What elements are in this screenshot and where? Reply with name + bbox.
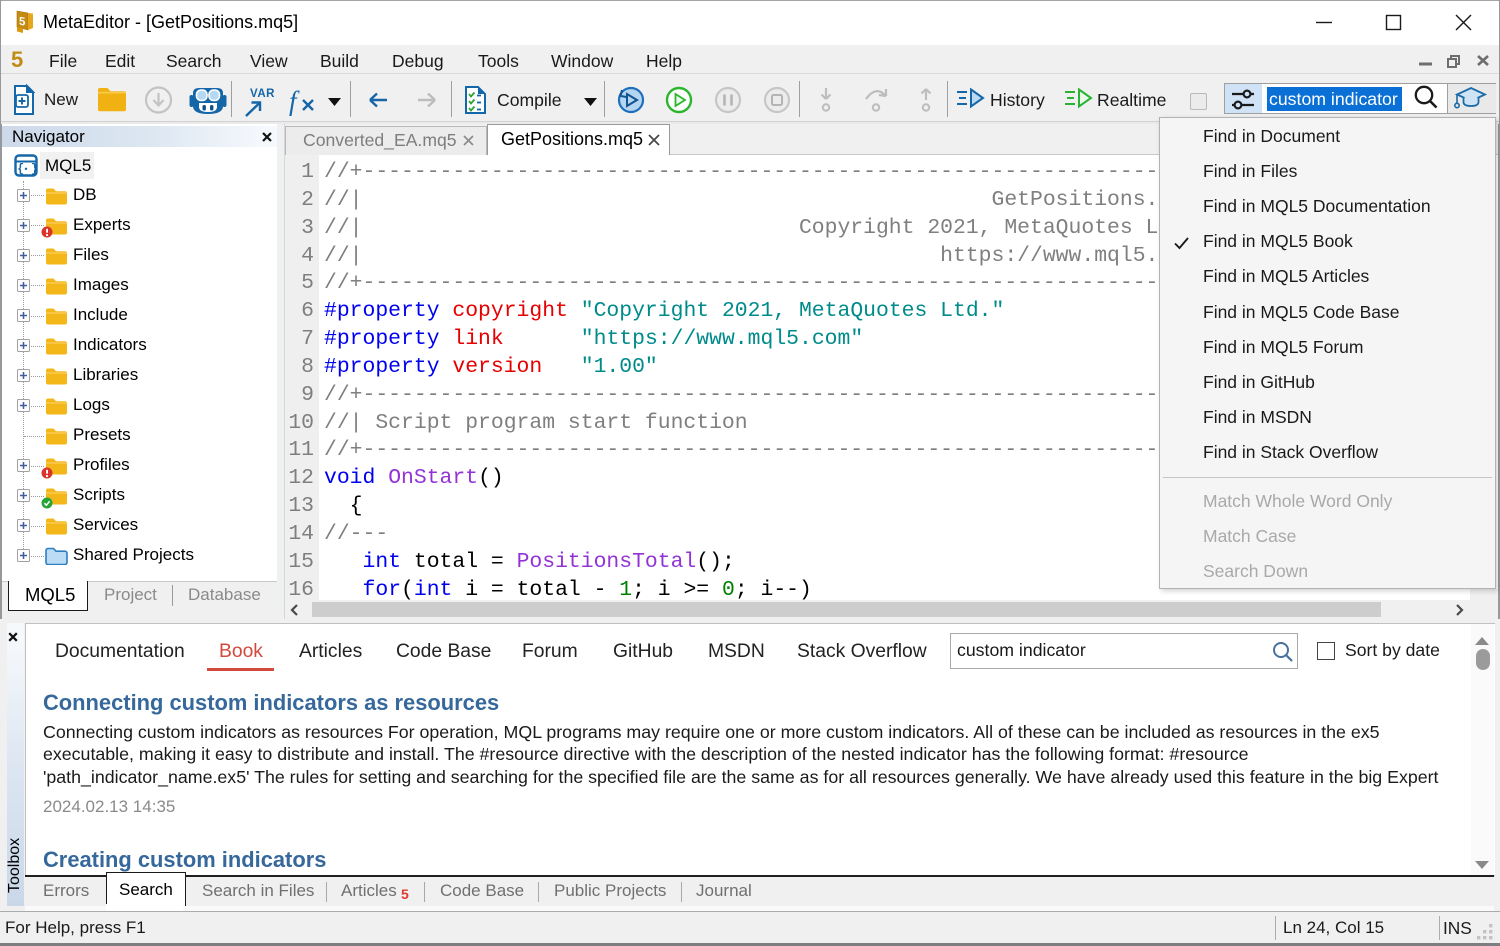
svg-text:{ }: { } <box>17 163 38 176</box>
svg-text:5: 5 <box>19 16 26 29</box>
svg-text:VAR: VAR <box>250 88 275 100</box>
svg-text:f: f <box>289 86 300 116</box>
